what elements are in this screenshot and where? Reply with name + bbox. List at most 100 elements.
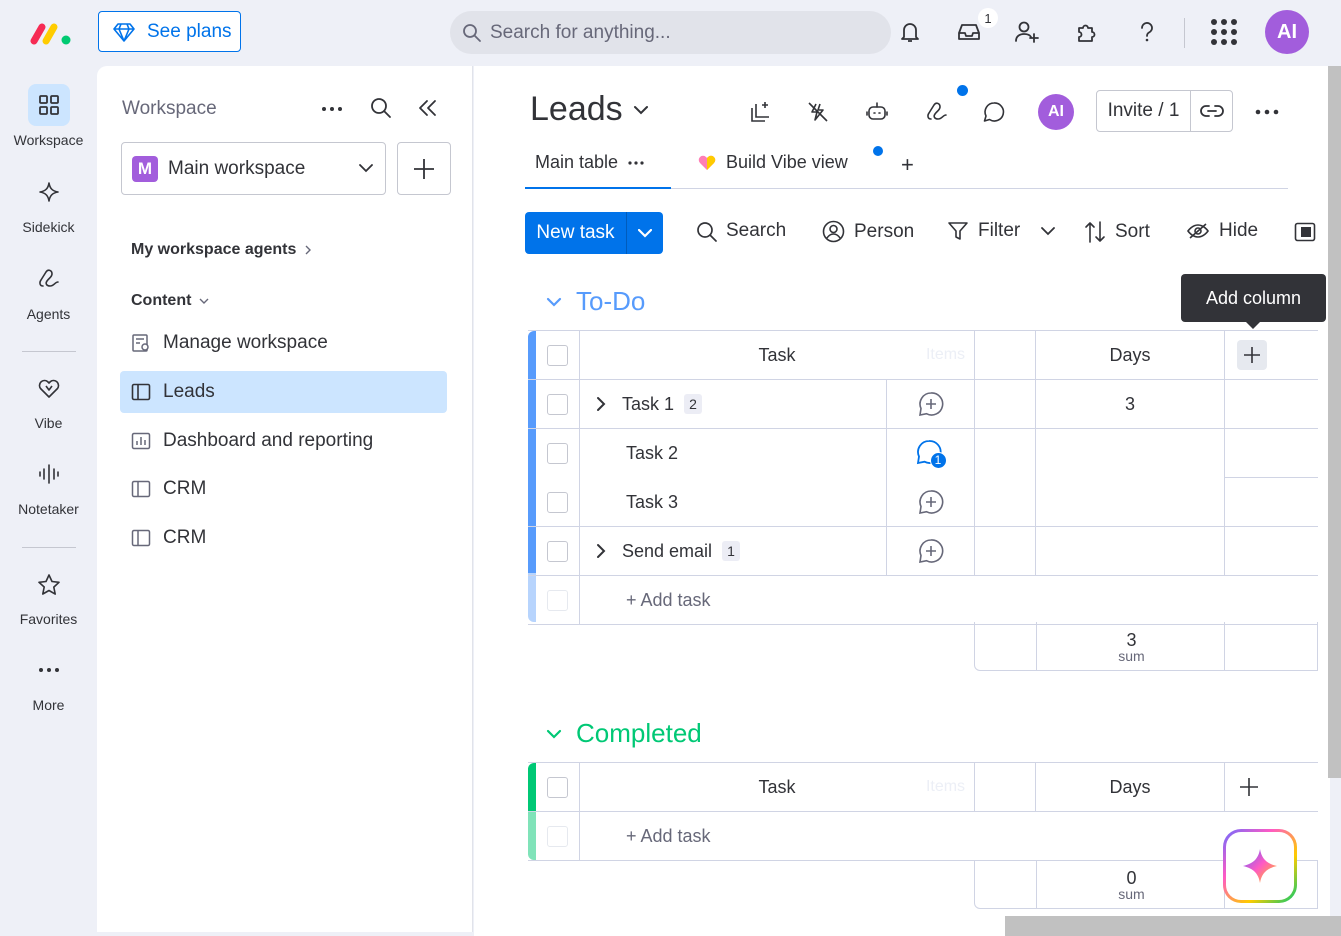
tab-build-vibe-view[interactable]: Build Vibe view bbox=[698, 152, 848, 173]
row-checkbox[interactable] bbox=[547, 478, 568, 526]
row-checkbox[interactable] bbox=[547, 527, 568, 575]
agents-icon[interactable] bbox=[923, 98, 951, 126]
horizontal-scrollbar[interactable] bbox=[1005, 916, 1341, 936]
help-icon[interactable] bbox=[1133, 18, 1161, 46]
table-row[interactable]: Send email 1 bbox=[528, 527, 1318, 576]
invite-button[interactable]: Invite / 1 bbox=[1096, 90, 1233, 132]
row-checkbox[interactable] bbox=[547, 380, 568, 428]
select-all-checkbox[interactable] bbox=[547, 763, 568, 811]
column-header-task[interactable]: Task bbox=[579, 331, 974, 379]
add-task-row[interactable]: + Add task bbox=[528, 812, 1318, 861]
days-cell[interactable] bbox=[1035, 527, 1224, 575]
nav-item-crm[interactable]: CRM bbox=[120, 517, 447, 559]
rail-divider bbox=[22, 547, 76, 548]
rail-item-notetaker[interactable]: Notetaker bbox=[0, 453, 97, 517]
nav-item-manage-workspace[interactable]: Manage workspace bbox=[120, 322, 447, 364]
group-title-todo[interactable]: To-Do bbox=[546, 286, 645, 317]
table-row[interactable]: Task 1 2 3 bbox=[528, 380, 1318, 429]
group-title-completed[interactable]: Completed bbox=[546, 718, 702, 749]
integrate-icon[interactable] bbox=[746, 98, 774, 126]
add-task-row[interactable]: + Add task bbox=[528, 576, 1318, 625]
chevron-down-icon bbox=[546, 729, 562, 739]
automations-off-icon[interactable] bbox=[804, 98, 832, 126]
add-update-icon[interactable] bbox=[886, 380, 974, 428]
workspace-selector[interactable]: M Main workspace bbox=[121, 142, 386, 195]
column-cell[interactable] bbox=[974, 380, 1035, 428]
add-column-cell bbox=[1224, 331, 1318, 379]
updates-icon[interactable]: 1 bbox=[886, 429, 974, 478]
hide-button[interactable]: Hide bbox=[1186, 220, 1258, 242]
days-cell[interactable]: 3 bbox=[1035, 380, 1224, 428]
add-task-input[interactable]: + Add task bbox=[579, 576, 1318, 624]
task-cell[interactable]: Task 3 bbox=[579, 478, 886, 526]
filter-button[interactable]: Filter bbox=[947, 220, 1056, 242]
rail-item-more[interactable]: More bbox=[0, 649, 97, 713]
workspace-options-icon[interactable] bbox=[321, 106, 343, 112]
task-cell[interactable]: Send email 1 bbox=[579, 527, 886, 575]
column-header-task[interactable]: Task bbox=[579, 763, 974, 811]
see-plans-button[interactable]: See plans bbox=[98, 11, 241, 52]
board-main: Leads AI Invite / 1 Main table Build Vib bbox=[474, 66, 1330, 936]
new-task-button[interactable]: New task bbox=[525, 212, 663, 254]
puzzle-icon[interactable] bbox=[1073, 18, 1101, 46]
row-checkbox bbox=[547, 576, 568, 624]
board-owner-avatar[interactable]: AI bbox=[1038, 94, 1074, 130]
board-menu-icon[interactable] bbox=[1255, 109, 1279, 115]
add-column-button[interactable] bbox=[1237, 340, 1267, 370]
rail-item-favorites[interactable]: Favorites bbox=[0, 563, 97, 627]
task-cell[interactable]: Task 1 2 bbox=[579, 380, 886, 428]
vertical-scrollbar[interactable] bbox=[1328, 66, 1341, 778]
nav-item-leads[interactable]: Leads bbox=[120, 371, 447, 413]
search-icon[interactable] bbox=[370, 97, 392, 119]
column-cell[interactable] bbox=[974, 478, 1035, 526]
column-cell[interactable] bbox=[974, 527, 1035, 575]
tab-main-table[interactable]: Main table bbox=[535, 152, 644, 173]
column-header-days[interactable]: Days bbox=[1035, 331, 1224, 379]
inbox-badge: 1 bbox=[978, 8, 998, 28]
invite-member-icon[interactable] bbox=[1013, 18, 1041, 46]
add-task-input[interactable]: + Add task bbox=[579, 812, 1318, 860]
chevron-down-icon[interactable] bbox=[627, 228, 663, 238]
rail-item-sidekick[interactable]: Sidekick bbox=[0, 171, 97, 235]
rail-item-workspace[interactable]: Workspace bbox=[0, 84, 97, 148]
add-column-button[interactable] bbox=[1239, 777, 1259, 797]
add-view-button[interactable]: + bbox=[901, 152, 914, 178]
monday-logo[interactable] bbox=[30, 20, 74, 46]
nav-item-crm[interactable]: CRM bbox=[120, 468, 447, 510]
board-title[interactable]: Leads bbox=[530, 90, 649, 129]
bell-icon[interactable] bbox=[896, 18, 924, 46]
add-update-icon[interactable] bbox=[886, 527, 974, 575]
sidekick-floating-button[interactable] bbox=[1223, 829, 1297, 903]
apps-grid-icon[interactable] bbox=[1210, 18, 1238, 46]
add-item-button[interactable] bbox=[397, 142, 451, 195]
link-icon[interactable] bbox=[1191, 104, 1232, 118]
chat-icon[interactable] bbox=[980, 98, 1008, 126]
nav-item-dashboard[interactable]: Dashboard and reporting bbox=[120, 420, 447, 462]
sort-button[interactable]: Sort bbox=[1084, 220, 1150, 244]
user-avatar[interactable]: AI bbox=[1265, 10, 1309, 54]
select-all-checkbox[interactable] bbox=[547, 331, 568, 379]
row-checkbox[interactable] bbox=[547, 429, 568, 478]
rail-item-vibe[interactable]: Vibe bbox=[0, 367, 97, 431]
robot-icon[interactable] bbox=[863, 98, 891, 126]
days-cell[interactable] bbox=[1035, 478, 1224, 526]
agents-icon bbox=[28, 258, 70, 300]
task-cell[interactable]: Task 2 bbox=[579, 429, 886, 478]
global-search-input[interactable]: Search for anything... bbox=[450, 11, 891, 54]
layout-icon[interactable] bbox=[1294, 222, 1316, 242]
plus-icon bbox=[414, 158, 434, 179]
content-section-toggle[interactable]: Content bbox=[131, 292, 209, 310]
collapse-panel-icon[interactable] bbox=[418, 99, 438, 117]
rail-item-agents[interactable]: Agents bbox=[0, 258, 97, 322]
nav-item-label: Dashboard and reporting bbox=[163, 430, 374, 451]
table-row[interactable]: Task 2 1 bbox=[528, 429, 1318, 478]
column-header-days[interactable]: Days bbox=[1035, 763, 1224, 811]
add-update-icon[interactable] bbox=[886, 478, 974, 526]
column-cell[interactable] bbox=[974, 429, 1035, 478]
workspace-agents-link[interactable]: My workspace agents bbox=[131, 241, 312, 259]
search-button[interactable]: Search bbox=[696, 220, 786, 242]
tab-label: Build Vibe view bbox=[726, 152, 848, 172]
days-cell[interactable] bbox=[1035, 429, 1224, 478]
table-row[interactable]: Task 3 bbox=[528, 478, 1318, 527]
person-filter-button[interactable]: Person bbox=[822, 220, 914, 243]
